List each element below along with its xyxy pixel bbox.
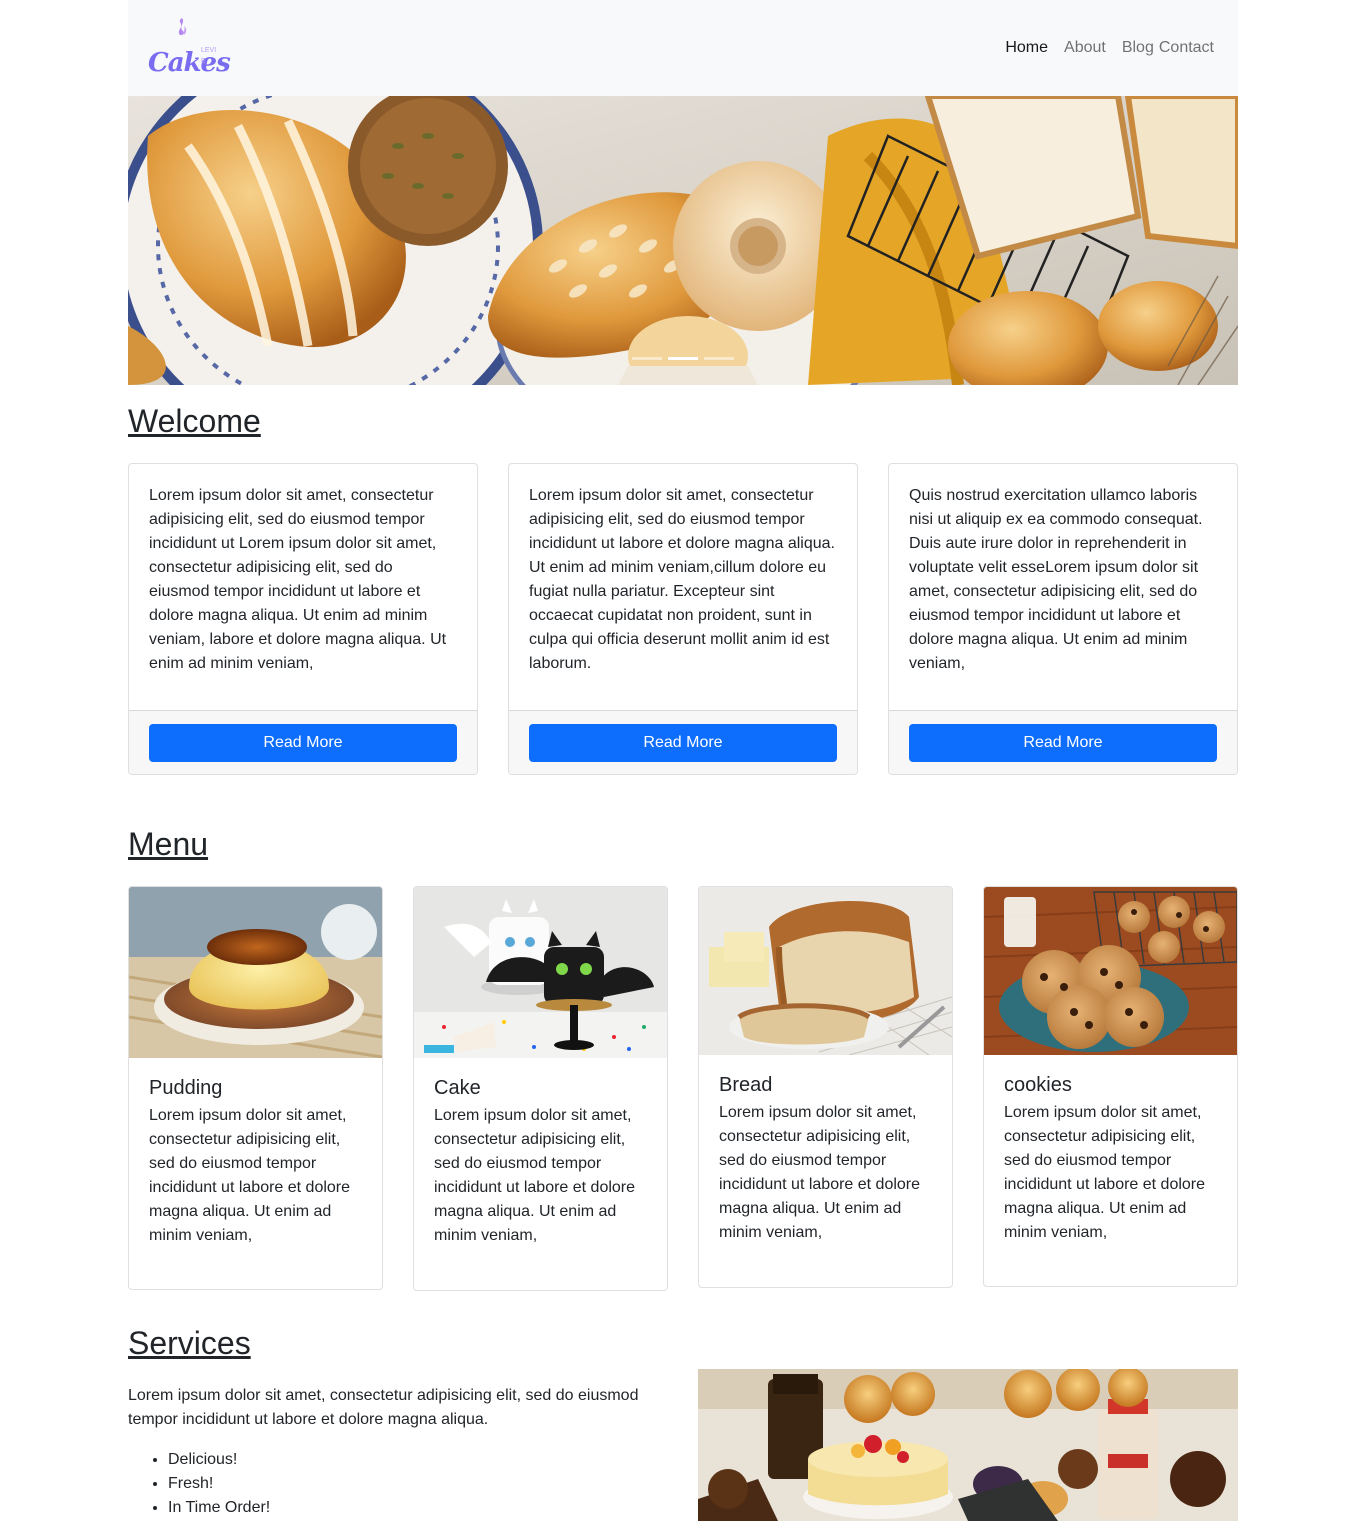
menu-card-text: Lorem ipsum dolor sit amet, consectetur … xyxy=(149,1107,351,1244)
services-list-item: Fresh! xyxy=(168,1472,668,1496)
carousel-indicator-2[interactable] xyxy=(668,357,698,360)
page-container: Cakes LEVI E Home About Blog Contact Wel… xyxy=(128,0,1238,1521)
menu-card-cake: Cake Lorem ipsum dolor sit amet, consect… xyxy=(413,886,668,1291)
brand-subtext: LEVI E xyxy=(201,47,217,65)
nav-link-contact[interactable]: Contact xyxy=(1159,36,1214,60)
brand-logo[interactable]: Cakes LEVI E xyxy=(148,18,231,78)
hero-carousel[interactable] xyxy=(128,96,1238,385)
read-more-button[interactable]: Read More xyxy=(149,723,457,762)
menu-heading: Menu xyxy=(128,826,209,862)
pudding-image xyxy=(129,887,382,1058)
menu-card-pudding: Pudding Lorem ipsum dolor sit amet, cons… xyxy=(128,886,383,1290)
menu-card-title: cookies xyxy=(1004,1074,1072,1096)
welcome-card-footer: Read More xyxy=(889,710,1237,774)
welcome-card-text: Lorem ipsum dolor sit amet, consectetur … xyxy=(529,487,835,672)
steam-icon xyxy=(178,18,187,35)
services-list-item: Delicious! xyxy=(168,1448,668,1472)
welcome-card-text: Lorem ipsum dolor sit amet, consectetur … xyxy=(149,487,447,672)
welcome-card-2: Lorem ipsum dolor sit amet, consectetur … xyxy=(508,463,858,775)
services-bakery-image xyxy=(698,1369,1238,1521)
services-heading: Services xyxy=(128,1325,251,1361)
menu-card-title: Cake xyxy=(434,1077,481,1099)
cake-image xyxy=(414,887,667,1058)
menu-card-title: Pudding xyxy=(149,1077,223,1099)
menu-card-title: Bread xyxy=(719,1074,773,1096)
nav-links: Home About Blog Contact xyxy=(1005,36,1214,60)
menu-card-bread: Bread Lorem ipsum dolor sit amet, consec… xyxy=(698,886,953,1288)
services-list-item: In Time Order! xyxy=(168,1496,668,1520)
services-description: Lorem ipsum dolor sit amet, consectetur … xyxy=(128,1387,639,1428)
read-more-button[interactable]: Read More xyxy=(909,723,1217,762)
carousel-indicators xyxy=(632,357,734,360)
welcome-card-1: Lorem ipsum dolor sit amet, consectetur … xyxy=(128,463,478,775)
nav-link-about[interactable]: About xyxy=(1064,36,1106,60)
nav-links-pair: Blog Contact xyxy=(1122,36,1214,60)
welcome-heading: Welcome xyxy=(128,403,261,439)
navbar: Cakes LEVI E Home About Blog Contact xyxy=(128,0,1238,96)
carousel-indicator-3[interactable] xyxy=(704,357,734,360)
services-image xyxy=(698,1369,1238,1521)
cookies-image xyxy=(984,887,1237,1055)
services-list: Delicious! Fresh! In Time Order! xyxy=(128,1448,668,1520)
menu-card-text: Lorem ipsum dolor sit amet, consectetur … xyxy=(1004,1104,1206,1241)
carousel-indicator-1[interactable] xyxy=(632,357,662,360)
welcome-cards: Lorem ipsum dolor sit amet, consectetur … xyxy=(128,463,1238,775)
bread-image xyxy=(699,887,952,1055)
menu-card-text: Lorem ipsum dolor sit amet, consectetur … xyxy=(719,1104,921,1241)
nav-link-blog[interactable]: Blog xyxy=(1122,36,1154,60)
welcome-card-footer: Read More xyxy=(509,710,857,774)
menu-cards: Pudding Lorem ipsum dolor sit amet, cons… xyxy=(128,886,1238,1291)
menu-card-text: Lorem ipsum dolor sit amet, consectetur … xyxy=(434,1107,636,1244)
menu-card-cookies: cookies Lorem ipsum dolor sit amet, cons… xyxy=(983,886,1238,1287)
nav-link-home[interactable]: Home xyxy=(1005,36,1048,60)
hero-bakery-image xyxy=(128,96,1238,385)
services-content: Lorem ipsum dolor sit amet, consectetur … xyxy=(128,1384,668,1520)
welcome-card-text: Quis nostrud exercitation ullamco labori… xyxy=(909,487,1203,672)
read-more-button[interactable]: Read More xyxy=(529,723,837,762)
welcome-card-3: Quis nostrud exercitation ullamco labori… xyxy=(888,463,1238,775)
welcome-card-footer: Read More xyxy=(129,710,477,774)
